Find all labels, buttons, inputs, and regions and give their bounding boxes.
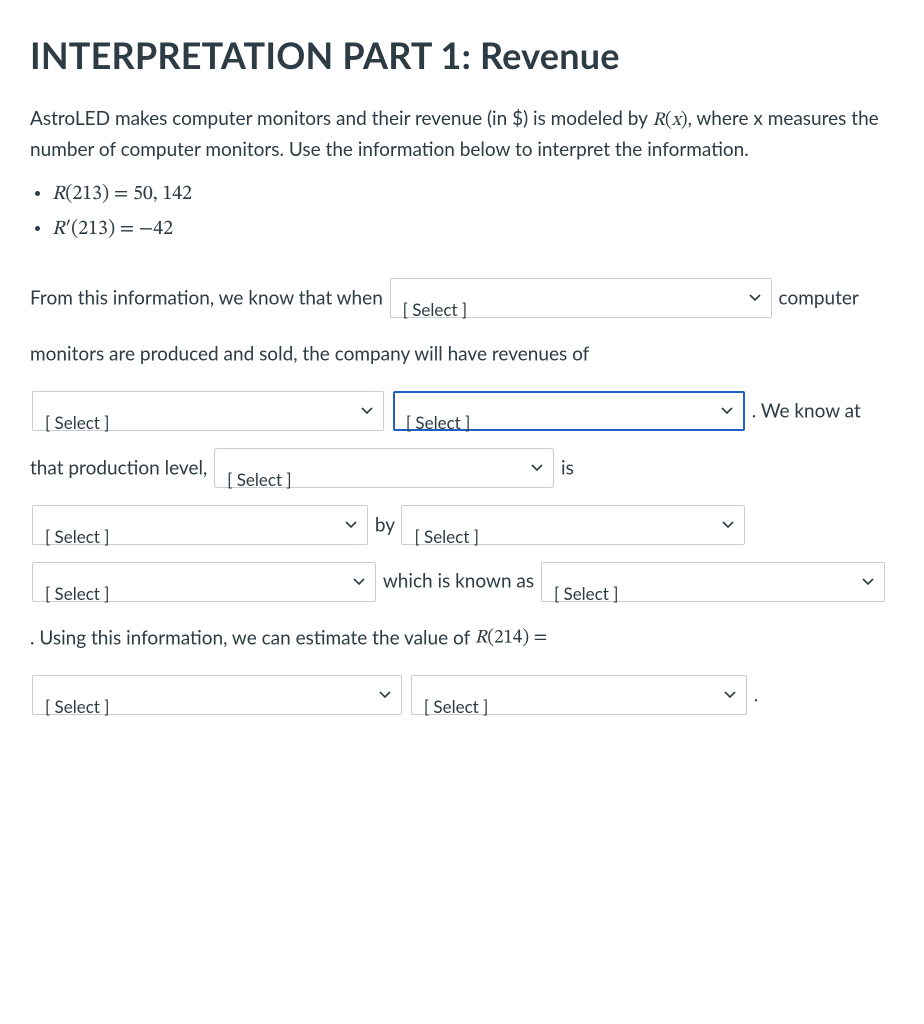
given-rprime-value: R′(213) = −42 <box>52 214 894 245</box>
flow-text-8: . <box>754 683 758 706</box>
page-title: INTERPRETATION PART 1: Revenue <box>30 28 894 84</box>
select-rate-amount[interactable]: [ Select ] <box>401 505 745 545</box>
flow-text-5: by <box>375 513 400 536</box>
intro-paragraph: AstroLED makes computer monitors and the… <box>30 104 894 165</box>
flow-text-4: is <box>561 457 574 480</box>
flow-text-1: From this information, we know that when <box>30 286 388 309</box>
select-direction[interactable]: [ Select ] <box>32 505 368 545</box>
estimate-lhs: R(214) = <box>475 629 548 648</box>
flow-text-6: which is known as <box>383 570 539 593</box>
select-terminology[interactable]: [ Select ] <box>541 562 885 602</box>
given-list: R(213) = 50, 142 R′(213) = −42 <box>52 179 894 245</box>
intro-math-rx: R(x) <box>652 111 687 130</box>
select-estimate-value[interactable]: [ Select ] <box>32 675 402 715</box>
interpretation-flow: From this information, we know that when… <box>30 269 894 723</box>
select-revenue-amount[interactable]: [ Select ] <box>32 391 384 431</box>
select-subject[interactable]: [ Select ] <box>214 448 554 488</box>
select-quantity[interactable]: [ Select ] <box>390 278 772 318</box>
given-r-value: R(213) = 50, 142 <box>52 179 894 210</box>
flow-text-7: . Using this information, we can estimat… <box>30 627 475 650</box>
select-estimate-units[interactable]: [ Select ] <box>411 675 747 715</box>
select-rate-units[interactable]: [ Select ] <box>32 562 376 602</box>
intro-text-1: AstroLED makes computer monitors and the… <box>30 107 652 130</box>
select-revenue-units[interactable]: [ Select ] <box>393 391 745 431</box>
